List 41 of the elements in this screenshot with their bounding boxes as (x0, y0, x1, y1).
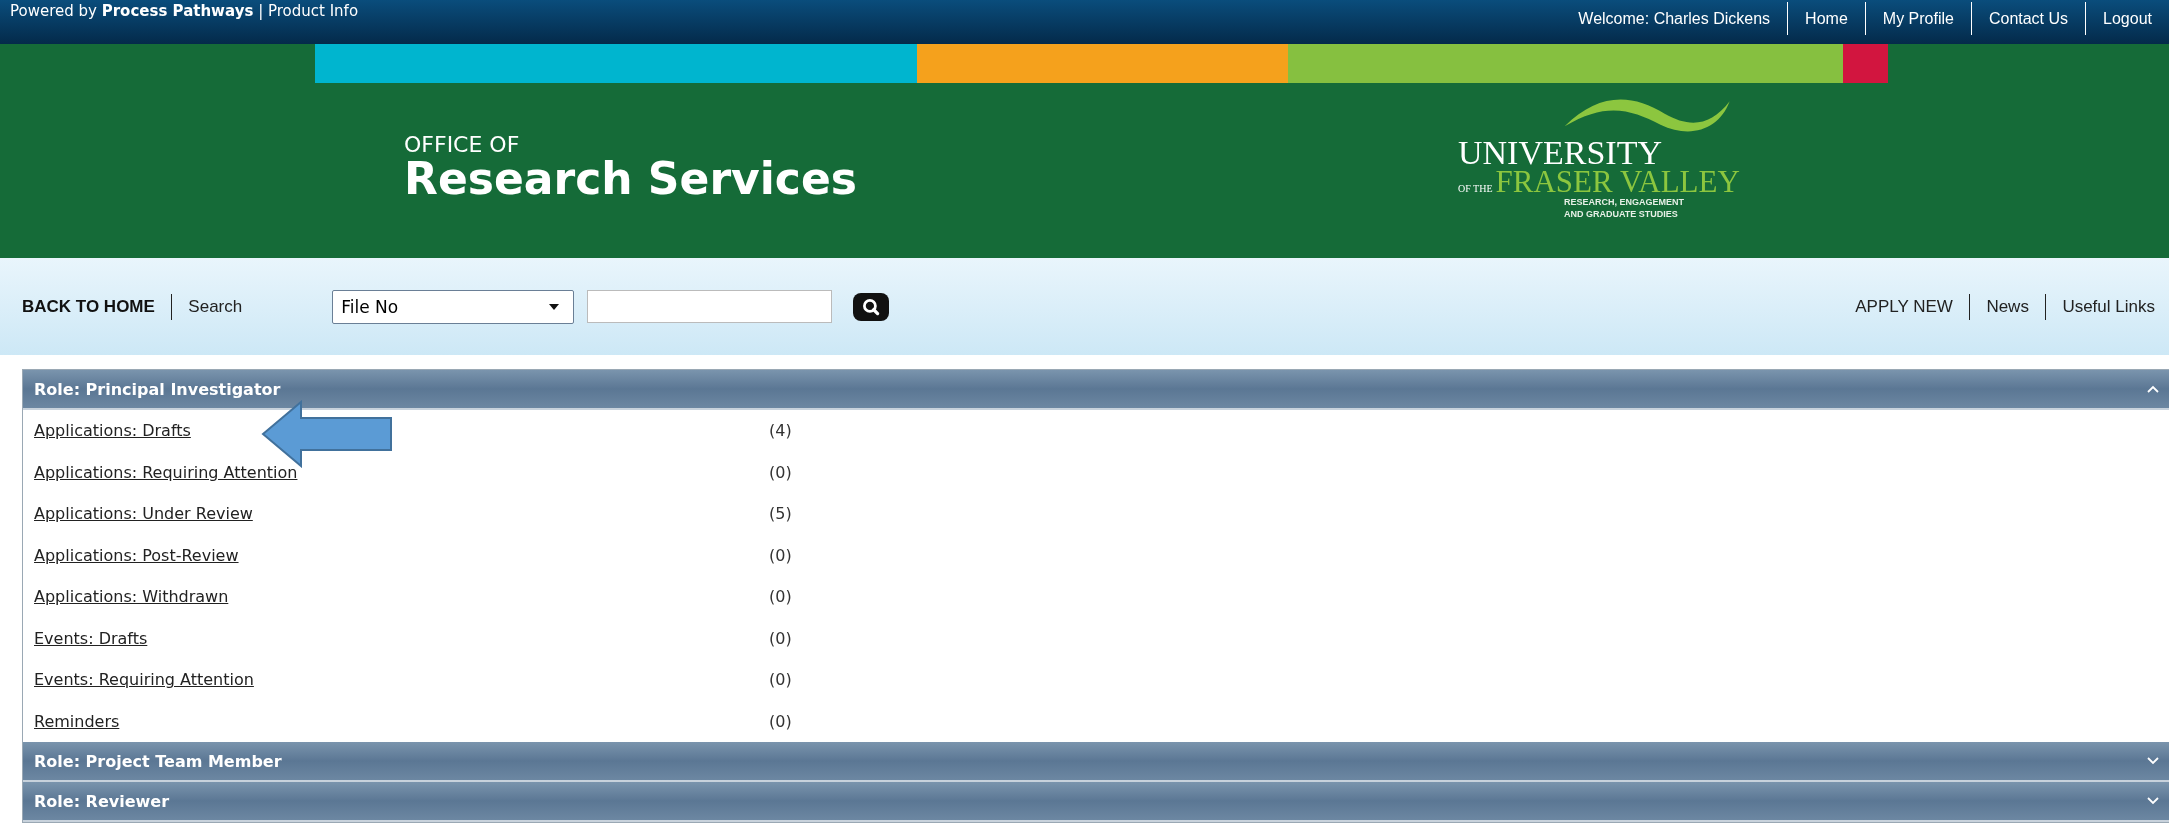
list-link[interactable]: Applications: Withdrawn (34, 587, 769, 607)
list-link[interactable]: Applications: Requiring Attention (34, 462, 769, 482)
list-link[interactable]: Applications: Drafts (34, 421, 769, 441)
logo-of-the-text: OF THE (1458, 183, 1493, 194)
top-nav-link[interactable]: My Profile (1865, 0, 1971, 38)
search-by-dropdown[interactable]: File No (332, 289, 575, 324)
logo-university-text: UNIVERSITY (1458, 134, 1662, 171)
chevron-down-icon (2147, 797, 2159, 805)
back-to-home-link[interactable]: BACK TO HOME (22, 296, 155, 317)
search-button[interactable] (853, 292, 890, 321)
logo-fraser-valley-text: FRASER VALLEY (1495, 168, 1740, 196)
count-text: (5) (769, 504, 792, 524)
section-header[interactable]: Role: Project Team Member (23, 742, 2169, 782)
search-field[interactable] (587, 290, 833, 323)
logo-subtitle-text: RESEARCH, ENGAGEMENT (1564, 196, 1684, 208)
count-text: (4) (769, 421, 792, 441)
logo-subtitle-text: AND GRADUATE STUDIES (1564, 208, 1678, 220)
welcome-text: Welcome: Charles Dickens (1577, 9, 1772, 29)
search-label: Search (188, 296, 243, 317)
count-text: (0) (769, 711, 792, 731)
powered-by-text: Powered by Process Pathways | Product Info (9, 1, 359, 20)
list-link[interactable]: Events: Requiring Attention (34, 670, 769, 690)
chevron-up-icon (2147, 385, 2159, 393)
list-link[interactable]: Applications: Under Review (34, 504, 769, 524)
count-text: (0) (769, 628, 792, 648)
nav-link[interactable]: APPLY NEW (1855, 296, 1953, 317)
count-text: (0) (769, 462, 792, 482)
top-nav-link[interactable]: Home (1788, 0, 1865, 38)
list-link[interactable]: Reminders (34, 711, 769, 731)
list-link[interactable]: Applications: Post-Review (34, 545, 769, 565)
top-nav-link[interactable]: Contact Us (1971, 0, 2086, 38)
nav-link[interactable]: News (1986, 296, 2029, 317)
chevron-down-icon (2147, 757, 2159, 765)
top-nav-link[interactable]: Logout (2086, 0, 2169, 38)
count-text: (0) (769, 587, 792, 607)
section-header[interactable]: Role: Reviewer (23, 782, 2169, 822)
nav-link[interactable]: Useful Links (2062, 296, 2155, 317)
count-text: (0) (769, 670, 792, 690)
list-link[interactable]: Events: Drafts (34, 628, 769, 648)
section-header[interactable]: Role: Principal Investigator (23, 370, 2169, 410)
count-text: (0) (769, 545, 792, 565)
